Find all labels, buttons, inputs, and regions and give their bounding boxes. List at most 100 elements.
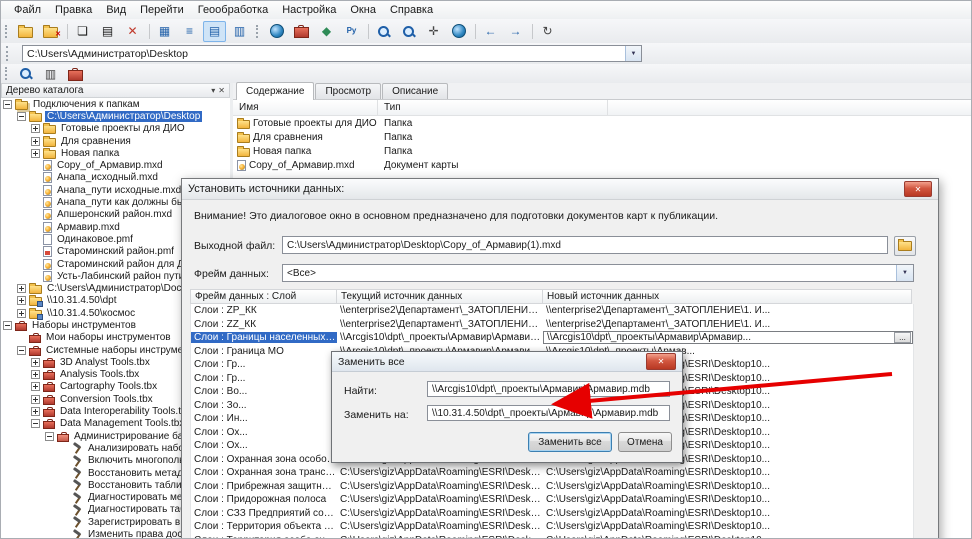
Copy_of_Армавир.mxd[interactable]: Copy_of_Армавир.mxd Документ карты — [233, 158, 971, 172]
expander-icon[interactable] — [31, 149, 40, 158]
new-source-cell[interactable]: C:\Users\giz\AppData\Roaming\ESRI\Deskto… — [543, 481, 913, 492]
layer-cell[interactable]: Слои : Границы населенных пунктов — [191, 332, 337, 343]
toolbar-grip[interactable] — [2, 21, 12, 42]
expander-icon[interactable] — [31, 124, 40, 133]
menu-item[interactable]: Вид — [99, 3, 133, 17]
tree-item[interactable]: Готовые проекты для ДИО — [1, 123, 230, 135]
content-tab[interactable]: Описание — [382, 83, 448, 99]
tree-item[interactable]: Copy_of_Армавир.mxd — [1, 159, 230, 171]
replace-all-button[interactable]: Заменить все — [528, 432, 612, 452]
menu-item[interactable]: Файл — [7, 3, 48, 17]
expander-icon[interactable] — [3, 321, 12, 330]
expander-icon[interactable] — [31, 407, 40, 416]
content-tab[interactable]: Содержание — [236, 82, 314, 100]
layer-cell[interactable]: Слои : Территория особо охраняем... — [191, 535, 337, 539]
expander-icon[interactable] — [31, 358, 40, 367]
column-header-current-source[interactable]: Текущий источник данных — [337, 290, 543, 303]
datasource-row[interactable]: Слои : Охранная зона транспорта C:\Users… — [191, 466, 913, 480]
layer-cell[interactable]: Слои : ZZ_КК — [191, 319, 337, 330]
python-button[interactable]: Py — [340, 21, 363, 42]
layer-cell[interactable]: Слои : ZP_КК — [191, 305, 337, 316]
menu-item[interactable]: Перейти — [133, 3, 191, 17]
layer-cell[interactable]: Слои : Придорожная полоса — [191, 494, 337, 505]
datasource-row[interactable]: Слои : Границы населенных пунктов \\Arcg… — [191, 331, 913, 345]
arctoolbox-button[interactable] — [290, 21, 313, 42]
chevron-down-icon[interactable]: ▼ — [896, 265, 913, 281]
dialog-titlebar[interactable]: Заменить все ✕ — [332, 352, 682, 372]
Готовые проекты для ДИО[interactable]: Готовые проекты для ДИО Папка — [233, 116, 971, 130]
close-icon[interactable]: ✕ — [218, 87, 225, 95]
menu-item[interactable]: Настройка — [275, 3, 343, 17]
layer-cell[interactable]: Слои : Охранная зона транспорта — [191, 467, 337, 478]
layer-cell[interactable]: Слои : Гр... — [191, 373, 337, 384]
datasource-row[interactable]: Слои : ZP_КК \\enterprise2\Департамент\_… — [191, 304, 913, 318]
expander-icon[interactable] — [17, 296, 26, 305]
layer-cell[interactable]: Слои : Ин... — [191, 413, 337, 424]
expander-icon[interactable] — [31, 370, 40, 379]
layer-cell[interactable]: Слои : СЗЗ Предприятий сооружен... — [191, 508, 337, 519]
new-source-cell[interactable]: C:\Users\giz\AppData\Roaming\ESRI\Deskto… — [543, 535, 913, 539]
menu-item[interactable]: Окна — [343, 3, 383, 17]
search-window-button[interactable] — [14, 63, 37, 84]
paste-button[interactable]: ▤ — [96, 21, 119, 42]
datasource-row[interactable]: Слои : Территория объекта культу... C:\U… — [191, 520, 913, 534]
dialog-titlebar[interactable]: Установить источники данных: ✕ — [182, 179, 938, 200]
cancel-button[interactable]: Отмена — [618, 432, 672, 452]
new-source-cell[interactable]: C:\Users\giz\AppData\Roaming\ESRI\Deskto… — [543, 508, 913, 519]
tree-item[interactable]: Новая папка — [1, 147, 230, 159]
datasource-row[interactable]: Слои : Прибрежная защитная полоса C:\Use… — [191, 480, 913, 494]
Для сравнения[interactable]: Для сравнения Папка — [233, 130, 971, 144]
output-file-field[interactable]: C:\Users\Администратор\Desktop\Copy_of_А… — [282, 236, 888, 254]
disconnect-folder-button[interactable] — [39, 21, 62, 42]
list-view-button[interactable]: ≡ — [178, 21, 201, 42]
expander-icon[interactable] — [3, 100, 12, 109]
new-source-cell[interactable]: C:\Users\giz\AppData\Roaming\ESRI\Deskto… — [543, 467, 913, 478]
chevron-down-icon[interactable]: ▼ — [625, 46, 641, 61]
layer-cell[interactable]: Слои : Граница МО — [191, 346, 337, 357]
browse-button[interactable]: ... — [894, 332, 911, 343]
datasource-row[interactable]: Слои : ZZ_КК \\enterprise2\Департамент\_… — [191, 318, 913, 332]
delete-button[interactable]: ✕ — [121, 21, 144, 42]
expander-icon[interactable] — [31, 382, 40, 391]
connect-folder-button[interactable] — [14, 21, 37, 42]
layer-cell[interactable]: Слои : Зо... — [191, 400, 337, 411]
column-header-new-source[interactable]: Новый источник данных — [543, 290, 911, 303]
layer-cell[interactable]: Слои : Прибрежная защитная полоса — [191, 481, 337, 492]
close-icon[interactable]: ✕ — [904, 181, 932, 197]
layer-cell[interactable]: Слои : Ох... — [191, 427, 337, 438]
layer-cell[interactable]: Слои : Ох... — [191, 440, 337, 451]
find-input[interactable]: \\Arcgis10\dpt\_проекты\Армавир\Армавир.… — [427, 381, 670, 397]
toolbar-grip[interactable] — [253, 21, 263, 42]
new-source-cell[interactable]: C:\Users\giz\AppData\Roaming\ESRI\Deskto… — [543, 521, 913, 532]
pan-button[interactable]: ✛ — [422, 21, 445, 42]
new-source-cell[interactable]: C:\Users\giz\AppData\Roaming\ESRI\Deskto… — [543, 494, 913, 505]
tree-item[interactable]: Для сравнения — [1, 135, 230, 147]
column-header-name[interactable]: Имя — [233, 100, 378, 115]
forward-button[interactable]: → — [504, 21, 527, 42]
datasource-row[interactable]: Слои : СЗЗ Предприятий сооружен... C:\Us… — [191, 507, 913, 521]
refresh-button[interactable]: ↻ — [536, 21, 559, 42]
thumbnails-view-button[interactable]: ▥ — [228, 21, 251, 42]
zoom-out-button[interactable] — [397, 21, 420, 42]
output-browse-button[interactable] — [894, 236, 916, 256]
location-combobox[interactable]: C:\Users\Администратор\Desktop ▼ — [22, 45, 642, 62]
new-source-cell[interactable]: \\enterprise2\Департамент\_ЗАТОПЛЕНИЕ\1.… — [543, 319, 913, 330]
copy-button[interactable]: ❏ — [71, 21, 94, 42]
expander-icon[interactable] — [31, 419, 40, 428]
tree-item[interactable]: Подключения к папкам — [1, 98, 230, 110]
menu-item[interactable]: Правка — [48, 3, 99, 17]
menu-item[interactable]: Геообработка — [191, 3, 276, 17]
expander-icon[interactable] — [17, 112, 26, 121]
Новая папка[interactable]: Новая папка Папка — [233, 144, 971, 158]
content-tab[interactable]: Просмотр — [315, 83, 381, 99]
catalog-tree-toggle-button[interactable]: ▥ — [39, 63, 62, 84]
menu-item[interactable]: Справка — [383, 3, 440, 17]
new-source-cell[interactable]: \\Arcgis10\dpt\_проекты\Армавир\Армавир.… — [543, 331, 913, 344]
expander-icon[interactable] — [31, 395, 40, 404]
arcmap-button[interactable] — [265, 21, 288, 42]
large-icons-view-button[interactable]: ▦ — [153, 21, 176, 42]
data-frame-combobox[interactable]: <Все> ▼ — [282, 264, 914, 282]
expander-icon[interactable] — [31, 137, 40, 146]
expander-icon[interactable] — [17, 284, 26, 293]
expander-icon[interactable] — [17, 346, 26, 355]
